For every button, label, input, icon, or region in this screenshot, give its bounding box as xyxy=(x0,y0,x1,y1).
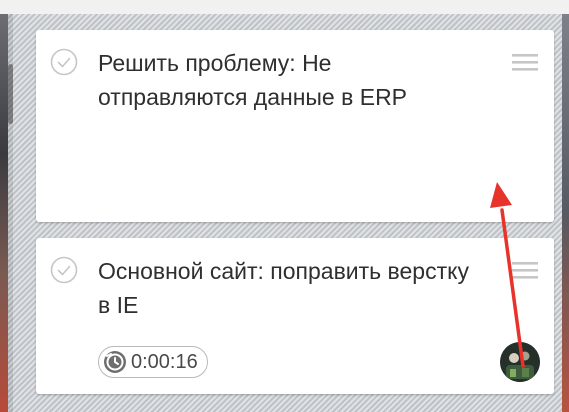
menu-icon[interactable] xyxy=(512,260,538,280)
avatar[interactable] xyxy=(500,342,540,382)
task-title[interactable]: Решить проблему: Не отправляются данные … xyxy=(98,46,478,114)
left-background-edge xyxy=(0,14,8,412)
timer-icon xyxy=(104,351,126,373)
menu-icon[interactable] xyxy=(512,52,538,72)
right-background-edge xyxy=(562,14,569,412)
task-title[interactable]: Основной сайт: поправить верстку в IE xyxy=(98,254,478,322)
top-bar xyxy=(0,0,569,14)
scrollbar-thumb[interactable] xyxy=(8,64,13,124)
time-tracker-badge[interactable]: 0:00:16 xyxy=(98,346,208,378)
task-card[interactable]: Решить проблему: Не отправляются данные … xyxy=(36,30,554,222)
check-circle-icon[interactable] xyxy=(50,48,78,76)
task-card[interactable]: Основной сайт: поправить верстку в IE 0:… xyxy=(36,238,554,394)
kanban-board-screen: Решить проблему: Не отправляются данные … xyxy=(0,0,569,412)
timer-value: 0:00:16 xyxy=(131,350,198,373)
check-circle-icon[interactable] xyxy=(50,256,78,284)
